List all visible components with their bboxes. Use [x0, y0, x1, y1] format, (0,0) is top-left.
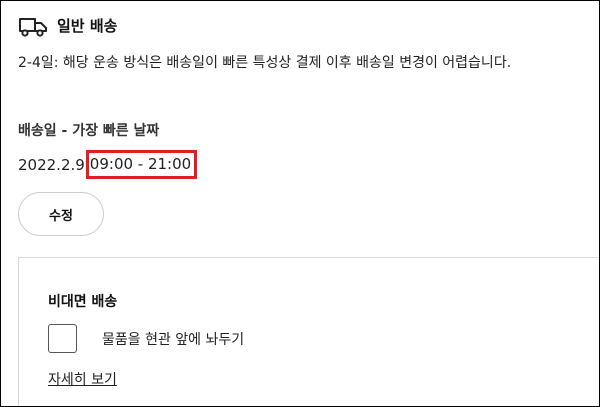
delivery-date-heading: 배송일 - 가장 빠른 날짜: [18, 123, 160, 139]
delivery-date-line: 2022.2.9 09:00 - 21:00: [18, 150, 198, 179]
contactless-delivery-title: 비대면 배송: [48, 294, 118, 310]
edit-button[interactable]: 수정: [18, 192, 104, 236]
delivery-time-range: 09:00 - 21:00: [85, 150, 198, 179]
delivery-date: 2022.2.9: [18, 155, 85, 174]
shipping-notice: 2-4일: 해당 운송 방식은 배송일이 빠른 특성상 결제 이후 배송일 변경…: [18, 55, 512, 71]
truck-icon: [19, 18, 47, 37]
leave-at-door-label[interactable]: 물품을 현관 앞에 놔두기: [102, 329, 244, 349]
view-details-link[interactable]: 자세히 보기: [48, 369, 117, 389]
shipping-method-title: 일반 배송: [57, 17, 118, 35]
leave-at-door-checkbox[interactable]: [48, 324, 77, 353]
contactless-delivery-panel: 비대면 배송 물품을 현관 앞에 놔두기 자세히 보기: [18, 257, 599, 406]
